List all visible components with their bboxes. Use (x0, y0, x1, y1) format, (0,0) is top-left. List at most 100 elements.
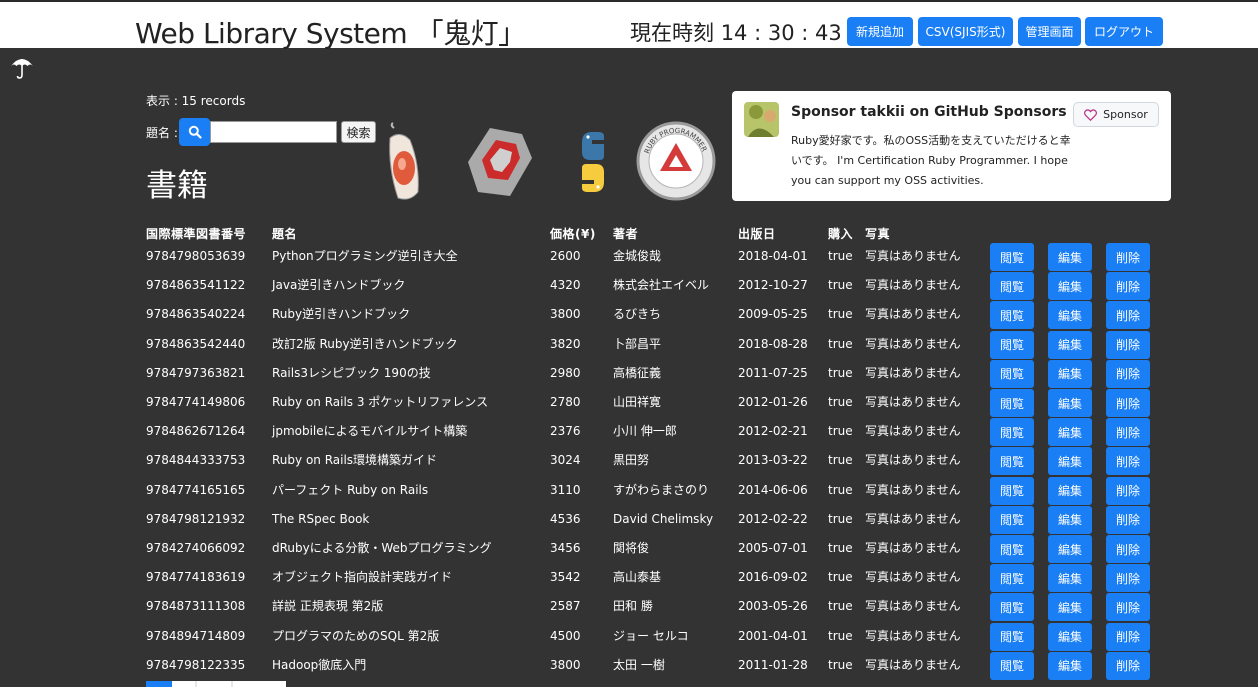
delete-button[interactable]: 削除 (1106, 564, 1150, 593)
view-button[interactable]: 閲覧 (990, 243, 1034, 271)
table-row: 9784873111308 詳説 正規表現 第2版 2587 田和 勝 2003-05-… (0, 592, 1258, 622)
edit-button[interactable]: 編集 (1048, 418, 1092, 447)
search-input[interactable] (210, 121, 337, 143)
delete-button[interactable]: 削除 (1106, 243, 1150, 271)
delete-button[interactable]: 削除 (1106, 418, 1150, 447)
cell-purchased: true (828, 336, 853, 351)
delete-button[interactable]: 削除 (1106, 622, 1150, 651)
cell-isbn: 9784863542440 (146, 336, 246, 351)
python-logo (582, 132, 604, 192)
delete-button[interactable]: 削除 (1106, 447, 1150, 476)
table-row: 9784863542440 改訂2版 Ruby逆引きハンドブック 3820 卜部昌平 2… (0, 330, 1258, 359)
cell-author: 小川 伸一郎 (613, 424, 677, 439)
edit-button[interactable]: 編集 (1048, 622, 1092, 651)
delete-button[interactable]: 削除 (1106, 359, 1150, 388)
cell-price: 2376 (550, 424, 581, 439)
search-button[interactable] (179, 118, 210, 146)
delete-button[interactable]: 削除 (1106, 389, 1150, 417)
sponsor-button[interactable]: Sponsor (1073, 102, 1159, 127)
cell-isbn: 9784873111308 (146, 599, 246, 614)
edit-button[interactable]: 編集 (1048, 243, 1092, 271)
cell-purchased: true (828, 249, 853, 263)
view-button[interactable]: 閲覧 (990, 447, 1034, 476)
search-icon (188, 125, 202, 139)
table-row: 9784774149806 Ruby on Rails 3 ポケットリファレンス 2… (0, 388, 1258, 417)
app-title: Web Library System 「鬼灯」 (135, 17, 526, 50)
cell-publish-date: 2012-01-26 (738, 395, 808, 409)
sponsor-button-label: Sponsor (1103, 108, 1148, 121)
cell-price: 4536 (550, 511, 581, 526)
new-book-button[interactable]: 新規追加 (847, 17, 913, 46)
view-button[interactable]: 閲覧 (990, 622, 1034, 651)
cell-author: 山田祥寛 (613, 395, 662, 409)
edit-button[interactable]: 編集 (1048, 330, 1092, 359)
cell-isbn: 9784863540224 (146, 307, 246, 322)
ruby-programmer-certified-badge: RUBY PROGRAMMER (636, 121, 716, 201)
view-button[interactable]: 閲覧 (990, 359, 1034, 388)
delete-button[interactable]: 削除 (1106, 505, 1150, 534)
table-row: 9784798122335 Hadoop徹底入門 3800 太田 一樹 2011-01-… (0, 651, 1258, 680)
view-button[interactable]: 閲覧 (990, 418, 1034, 447)
delete-button[interactable]: 削除 (1106, 272, 1150, 301)
record-count: 表示 : 15 records (146, 94, 246, 108)
edit-button[interactable]: 編集 (1048, 359, 1092, 388)
view-button[interactable]: 閲覧 (990, 389, 1034, 417)
view-button[interactable]: 閲覧 (990, 272, 1034, 301)
edit-button[interactable]: 編集 (1048, 301, 1092, 330)
delete-button[interactable]: 削除 (1106, 330, 1150, 359)
cell-author: 高山泰基 (613, 570, 662, 585)
cell-title: Ruby逆引きハンドブック (272, 307, 411, 322)
cell-isbn: 9784774149806 (146, 395, 246, 409)
delete-button[interactable]: 削除 (1106, 476, 1150, 505)
edit-button[interactable]: 編集 (1048, 593, 1092, 622)
search-submit-button[interactable]: 検索 (341, 121, 376, 143)
view-button[interactable]: 閲覧 (990, 564, 1034, 593)
table-row: 9784894714809 プログラマのためのSQL 第2版 4500 ジョー セルコ… (0, 622, 1258, 651)
edit-button[interactable]: 編集 (1048, 564, 1092, 593)
view-button[interactable]: 閲覧 (990, 535, 1034, 563)
delete-button[interactable]: 削除 (1106, 301, 1150, 330)
logout-button[interactable]: ログアウト (1085, 17, 1163, 46)
cell-purchased: true (828, 628, 853, 643)
umbrella-icon[interactable] (9, 54, 35, 80)
edit-button[interactable]: 編集 (1048, 651, 1092, 680)
view-button[interactable]: 閲覧 (990, 476, 1034, 505)
view-button[interactable]: 閲覧 (990, 593, 1034, 622)
cell-isbn: 9784798121932 (146, 511, 246, 526)
csv-export-button[interactable]: CSV(SJIS形式) (918, 17, 1013, 46)
edit-button[interactable]: 編集 (1048, 535, 1092, 563)
view-button[interactable]: 閲覧 (990, 301, 1034, 330)
edit-button[interactable]: 編集 (1048, 505, 1092, 534)
delete-button[interactable]: 削除 (1106, 651, 1150, 680)
cell-publish-date: 2012-02-21 (738, 424, 808, 439)
admin-button[interactable]: 管理画面 (1018, 17, 1081, 46)
clock-time: 14 : 30 : 43 (720, 21, 842, 45)
pagination[interactable] (146, 681, 286, 687)
edit-button[interactable]: 編集 (1048, 447, 1092, 476)
cell-title: Ruby on Rails 3 ポケットリファレンス (272, 395, 489, 409)
view-button[interactable]: 閲覧 (990, 330, 1034, 359)
cell-publish-date: 2005-07-01 (738, 541, 808, 555)
cell-isbn: 9784863541122 (146, 278, 246, 293)
edit-button[interactable]: 編集 (1048, 476, 1092, 505)
delete-button[interactable]: 削除 (1106, 593, 1150, 622)
delete-button[interactable]: 削除 (1106, 535, 1150, 563)
cell-price: 2980 (550, 365, 581, 380)
header-isbn: 国際標準図書番号 (146, 227, 247, 241)
edit-button[interactable]: 編集 (1048, 272, 1092, 301)
cell-purchased: true (828, 453, 853, 468)
cell-photo: 写真はありません (865, 365, 961, 380)
cell-price: 2600 (550, 249, 581, 263)
sponsor-title[interactable]: Sponsor takkii on GitHub Sponsors (791, 104, 1067, 120)
table-row: 9784863541122 Java逆引きハンドブック 4320 株式会社エイベル 20… (0, 271, 1258, 301)
cell-price: 3800 (550, 307, 581, 322)
sponsor-avatar[interactable] (744, 102, 779, 137)
edit-button[interactable]: 編集 (1048, 389, 1092, 417)
view-button[interactable]: 閲覧 (990, 651, 1034, 680)
view-button[interactable]: 閲覧 (990, 505, 1034, 534)
cell-photo: 写真はありません (865, 657, 961, 672)
cell-publish-date: 2012-02-22 (738, 511, 808, 526)
cell-price: 3456 (550, 541, 581, 555)
cell-publish-date: 2011-07-25 (738, 365, 808, 380)
cell-title: プログラマのためのSQL 第2版 (272, 628, 440, 643)
